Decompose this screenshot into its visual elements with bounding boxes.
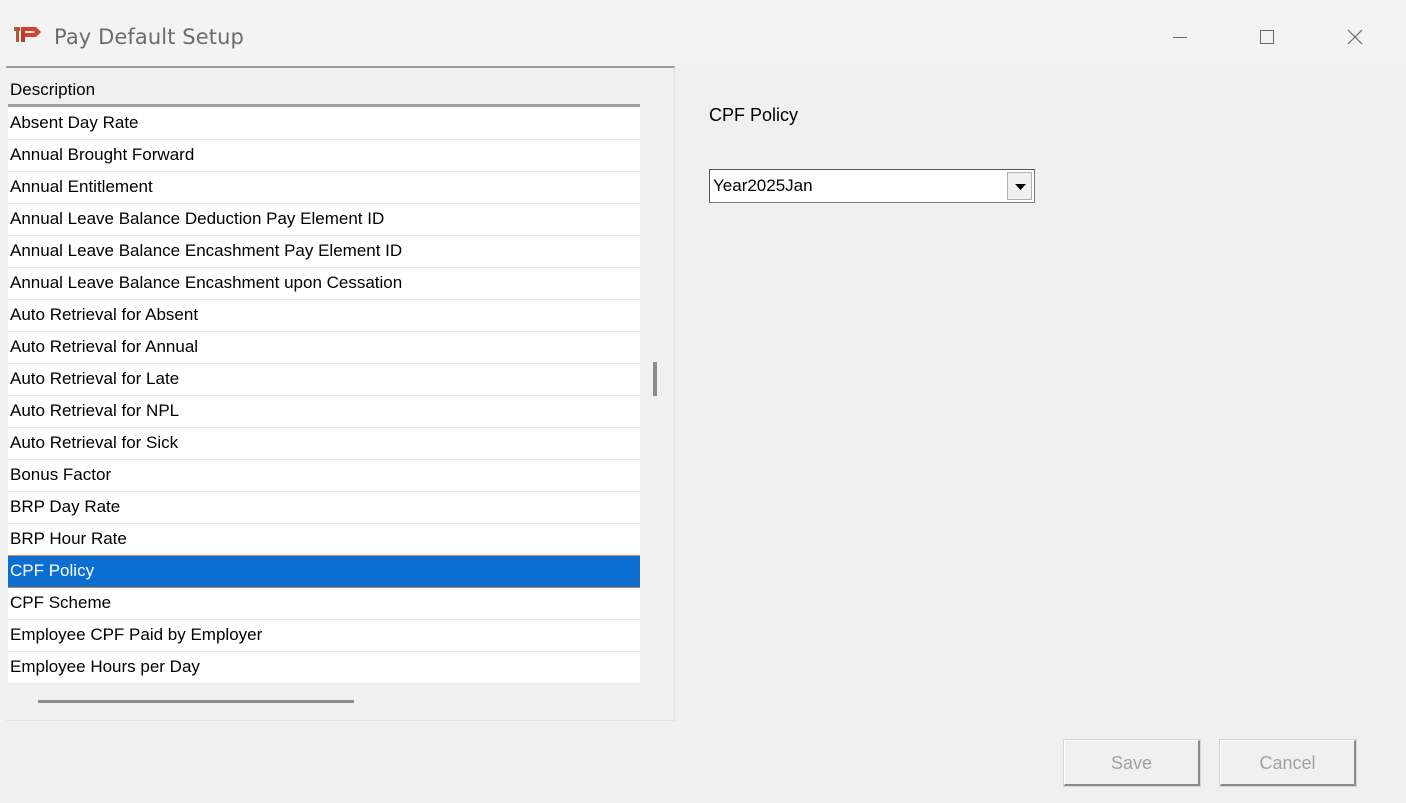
list-item[interactable]: Employee CPF Paid by Employer: [8, 620, 640, 652]
maximize-icon: [1260, 30, 1274, 44]
cpf-policy-select[interactable]: Year2025Jan: [709, 169, 1035, 203]
list-item[interactable]: CPF Policy: [8, 556, 640, 588]
list-item[interactable]: Employee Hours per Day: [8, 652, 640, 684]
title-bar[interactable]: Pay Default Setup: [0, 0, 1406, 64]
cpf-policy-select-value: Year2025Jan: [713, 176, 813, 195]
description-list[interactable]: Absent Day Rate Annual Brought Forward Ann…: [8, 108, 640, 684]
dropdown-button[interactable]: [1007, 172, 1032, 200]
list-item-label: Bonus Factor: [10, 465, 112, 484]
list-item[interactable]: Auto Retrieval for NPL: [8, 396, 640, 428]
save-button[interactable]: Save: [1063, 739, 1201, 787]
app-logo-icon: [14, 24, 42, 46]
cancel-button-label: Cancel: [1259, 753, 1316, 773]
cancel-button[interactable]: Cancel: [1219, 739, 1357, 787]
list-item[interactable]: Bonus Factor: [8, 460, 640, 492]
column-header-description[interactable]: Description: [8, 74, 640, 107]
list-item[interactable]: Auto Retrieval for Absent: [8, 300, 640, 332]
list-item-label: Employee CPF Paid by Employer: [10, 625, 263, 644]
list-item-label: Annual Leave Balance Encashment upon Ces…: [10, 273, 403, 292]
list-item[interactable]: Auto Retrieval for Sick: [8, 428, 640, 460]
window-title: Pay Default Setup: [54, 25, 244, 49]
list-item-label: Annual Brought Forward: [10, 145, 195, 164]
pay-default-setup-window: Pay Default Setup Description Absent Day…: [0, 0, 1406, 803]
list-item-label: Auto Retrieval for Absent: [10, 305, 199, 324]
list-item-label: Auto Retrieval for Sick: [10, 433, 179, 452]
description-list-panel: Description Absent Day Rate Annual Brough…: [6, 66, 675, 721]
list-item-label: BRP Day Rate: [10, 497, 121, 516]
list-item[interactable]: BRP Day Rate: [8, 492, 640, 524]
chevron-down-icon: [1015, 184, 1026, 190]
list-item-label: Auto Retrieval for Annual: [10, 337, 199, 356]
list-item[interactable]: Auto Retrieval for Late: [8, 364, 640, 396]
vertical-scrollbar-thumb[interactable]: [653, 362, 657, 396]
setting-label: CPF Policy: [709, 105, 799, 125]
list-item-label: Absent Day Rate: [10, 113, 139, 132]
list-item[interactable]: Auto Retrieval for Annual: [8, 332, 640, 364]
horizontal-scrollbar-thumb[interactable]: [38, 700, 354, 703]
save-button-label: Save: [1110, 753, 1153, 773]
minimize-button[interactable]: [1157, 18, 1203, 56]
minimize-icon: [1173, 37, 1187, 38]
list-item-label: CPF Policy: [10, 561, 95, 580]
list-item[interactable]: CPF Scheme: [8, 588, 640, 620]
list-item[interactable]: Annual Leave Balance Encashment upon Ces…: [8, 268, 640, 300]
list-item-label: Auto Retrieval for Late: [10, 369, 180, 388]
list-item-label: Auto Retrieval for NPL: [10, 401, 180, 420]
list-item-label: CPF Scheme: [10, 593, 112, 612]
close-icon: [1347, 29, 1363, 45]
list-item[interactable]: Annual Leave Balance Encashment Pay Elem…: [8, 236, 640, 268]
close-button[interactable]: [1332, 18, 1378, 56]
list-item-label: Annual Entitlement: [10, 177, 153, 196]
column-header-label: Description: [10, 80, 96, 99]
list-item-label: Annual Leave Balance Encashment Pay Elem…: [10, 241, 403, 260]
list-item[interactable]: Annual Brought Forward: [8, 140, 640, 172]
list-item-label: Annual Leave Balance Deduction Pay Eleme…: [10, 209, 385, 228]
list-item[interactable]: BRP Hour Rate: [8, 524, 640, 556]
list-item[interactable]: Annual Entitlement: [8, 172, 640, 204]
list-item-label: BRP Hour Rate: [10, 529, 127, 548]
maximize-button[interactable]: [1244, 18, 1290, 56]
list-item[interactable]: Annual Leave Balance Deduction Pay Eleme…: [8, 204, 640, 236]
list-item[interactable]: Absent Day Rate: [8, 108, 640, 140]
list-item-label: Employee Hours per Day: [10, 657, 200, 676]
